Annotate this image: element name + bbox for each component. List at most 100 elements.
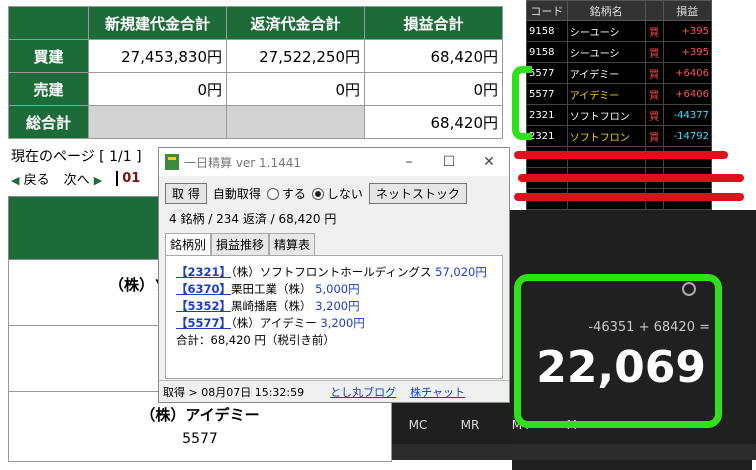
get-button[interactable]: 取 得 bbox=[165, 183, 207, 204]
quote-code: 5577 bbox=[526, 62, 568, 84]
ichinichi-seisan-window: 一日精算 ver 1.1441 – ☐ ✕ 取 得 自動取得 する しない ネッ… bbox=[158, 147, 510, 403]
auto-on-radio[interactable]: する bbox=[266, 185, 306, 202]
stock-code-link[interactable]: 【6370】 bbox=[176, 282, 231, 296]
row-sell-label: 売建 bbox=[8, 72, 89, 106]
maximize-icon[interactable]: ☐ bbox=[429, 154, 469, 170]
next-label: 次へ bbox=[63, 173, 90, 188]
title-bar: 一日精算 ver 1.1441 – ☐ ✕ bbox=[159, 148, 509, 176]
current-page: 現在のページ [ 1/1 ] bbox=[11, 149, 142, 165]
quote-code: 2321 bbox=[526, 104, 568, 126]
quote-pl: -44377 bbox=[662, 104, 713, 126]
list-item: 【6370】栗田工業（株） 5,000円 bbox=[176, 281, 502, 298]
pager-nav: ◀ 戻る 次へ ▶ 01 bbox=[11, 169, 140, 188]
right-arrow-icon: ▶ bbox=[93, 174, 103, 187]
back-label: 戻る bbox=[23, 173, 50, 188]
quote-code: 9158 bbox=[526, 41, 568, 63]
stock-amount: 3,200円 bbox=[320, 316, 365, 330]
stock-amount: 5,000円 bbox=[315, 282, 360, 296]
stock-list: 【2321】（株）ソフトフロントホールディングス 57,020円 【6370】栗田… bbox=[165, 255, 503, 379]
quote-name: アイデミー bbox=[566, 62, 646, 84]
quote-row[interactable]: 5577 アイデミー買 +6406 bbox=[526, 83, 713, 105]
stock-amount: 57,020円 bbox=[435, 265, 487, 279]
radio-off-icon bbox=[266, 187, 279, 200]
quote-code: 2321 bbox=[526, 125, 568, 147]
col-name: 銘柄名 bbox=[566, 0, 646, 21]
quote-code: 5577 bbox=[526, 83, 568, 105]
list-item: 【5577】（株）アイデミー 3,200円 bbox=[176, 315, 502, 332]
quote-row[interactable]: 9158 シーユーシ買 +395 bbox=[526, 20, 713, 42]
quote-pl: +395 bbox=[662, 41, 713, 63]
radio-on-icon bbox=[311, 187, 324, 200]
row-buy-label: 買建 bbox=[8, 39, 89, 73]
quote-row[interactable]: 5577 アイデミー買 +6406 bbox=[526, 62, 713, 84]
opt-on-label: する bbox=[281, 187, 306, 201]
quote-name: シーユーシ bbox=[566, 41, 646, 63]
item-code: 5577 bbox=[182, 431, 218, 447]
window-title: 一日精算 ver 1.1441 bbox=[184, 155, 302, 170]
mr-button[interactable]: MR bbox=[444, 418, 496, 432]
sell-repay: 0円 bbox=[226, 72, 365, 106]
green-bracket-mark bbox=[512, 66, 532, 140]
buy-new: 27,453,830円 bbox=[88, 39, 227, 73]
calc-keypad bbox=[392, 444, 756, 460]
buy-pl: 68,420円 bbox=[364, 39, 503, 73]
tab-settlement[interactable]: 精算表 bbox=[269, 233, 316, 255]
item-name: （株）アイデミー bbox=[140, 406, 260, 424]
buy-repay: 27,522,250円 bbox=[226, 39, 365, 73]
quote-name: ソフトフロン bbox=[566, 125, 646, 147]
quote-row[interactable]: 2321 ソフトフロン買 -14792 bbox=[526, 125, 713, 147]
col-side bbox=[644, 0, 664, 21]
status-bar: 取得 > 08月07日 15:32:59 とし丸ブログ 株チャット bbox=[159, 380, 509, 402]
quote-row[interactable]: 9158 シーユーシ買 +395 bbox=[526, 41, 713, 63]
header-pl: 損益合計 bbox=[364, 6, 503, 40]
tab-by-stock[interactable]: 銘柄別 bbox=[165, 233, 212, 255]
left-arrow-icon: ◀ bbox=[11, 174, 20, 187]
quote-pl: -14792 bbox=[662, 125, 713, 147]
auto-label: 自動取得 bbox=[212, 187, 261, 201]
blog-link[interactable]: とし丸ブログ bbox=[330, 384, 396, 400]
mc-button[interactable]: MC bbox=[392, 418, 444, 432]
header-repay: 返済代金合計 bbox=[226, 6, 365, 40]
tab-bar: 銘柄別 損益推移 精算表 bbox=[165, 233, 509, 255]
list-item: 【2321】（株）ソフトフロントホールディングス 57,020円 bbox=[176, 264, 502, 281]
close-icon[interactable]: ✕ bbox=[469, 154, 509, 170]
corner-cell bbox=[8, 6, 89, 40]
page-number[interactable]: 01 bbox=[116, 171, 140, 186]
next-link[interactable]: 次へ ▶ bbox=[64, 169, 103, 188]
stock-code-link[interactable]: 【5577】 bbox=[176, 316, 231, 330]
stock-code-link[interactable]: 【2321】 bbox=[176, 265, 231, 279]
tab-pl-trend[interactable]: 損益推移 bbox=[211, 233, 270, 255]
stock-name: 黒崎播磨（株） bbox=[231, 299, 312, 313]
quote-side: 買 bbox=[644, 104, 664, 126]
col-pl: 損益 bbox=[662, 0, 713, 21]
quote-side: 買 bbox=[644, 62, 664, 84]
header-new: 新規建代金合計 bbox=[88, 6, 227, 40]
quote-name: シーユーシ bbox=[566, 20, 646, 42]
sell-pl: 0円 bbox=[364, 72, 503, 106]
quote-row[interactable]: 2321 ソフトフロン買 -44377 bbox=[526, 104, 713, 126]
quote-name: ソフトフロン bbox=[566, 104, 646, 126]
minimize-icon[interactable]: – bbox=[389, 154, 429, 170]
opt-off-label: しない bbox=[326, 187, 363, 201]
netstock-button[interactable]: ネットストック bbox=[368, 183, 467, 204]
auto-off-radio[interactable]: しない bbox=[311, 185, 363, 202]
quote-side: 買 bbox=[644, 125, 664, 147]
back-link[interactable]: ◀ 戻る bbox=[11, 169, 50, 188]
chat-link[interactable]: 株チャット bbox=[410, 384, 465, 400]
col-code: コード bbox=[526, 0, 568, 21]
stock-code-link[interactable]: 【5352】 bbox=[176, 299, 231, 313]
quote-side: 買 bbox=[644, 41, 664, 63]
toolbar: 取 得 自動取得 する しない ネットストック bbox=[159, 176, 509, 204]
green-highlight-box bbox=[514, 274, 722, 428]
total-line: 合計：68,420 円（税引き前） bbox=[176, 333, 335, 347]
sell-new: 0円 bbox=[88, 72, 227, 106]
stock-name: （株）ソフトフロントホールディングス bbox=[231, 265, 432, 279]
stock-name: （株）アイデミー bbox=[231, 316, 317, 330]
red-strike-mark bbox=[518, 174, 744, 182]
red-strike-mark bbox=[514, 151, 728, 159]
quote-pl: +395 bbox=[662, 20, 713, 42]
quote-pl: +6406 bbox=[662, 83, 713, 105]
stock-amount: 3,200円 bbox=[315, 299, 360, 313]
quote-code: 9158 bbox=[526, 20, 568, 42]
total-new bbox=[88, 105, 227, 139]
